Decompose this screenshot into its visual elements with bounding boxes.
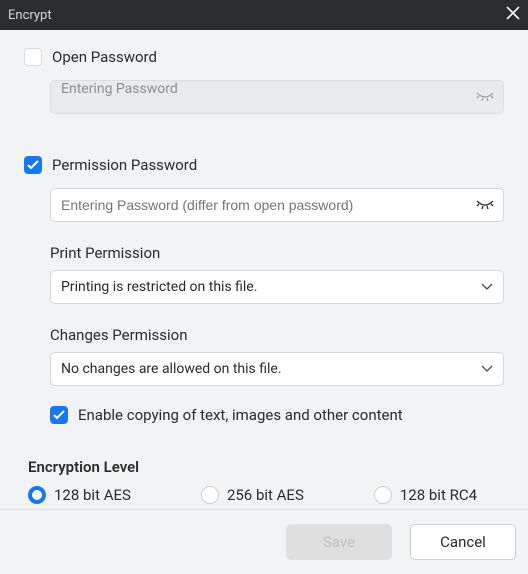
open-password-checkbox[interactable]	[24, 48, 42, 66]
print-permission-select[interactable]: Printing is restricted on this file.	[50, 270, 504, 304]
radio-dot-icon	[28, 486, 46, 504]
encryption-level-radios: 128 bit AES 256 bit AES 128 bit RC4	[28, 486, 504, 504]
encryption-level-title: Encryption Level	[28, 458, 504, 476]
dialog-footer: Save Cancel	[0, 509, 528, 574]
changes-permission-label: Changes Permission	[50, 326, 504, 344]
enable-copy-label: Enable copying of text, images and other…	[78, 406, 403, 424]
chevron-down-icon	[481, 361, 493, 377]
open-password-label: Open Password	[52, 48, 157, 66]
changes-permission-select[interactable]: No changes are allowed on this file.	[50, 352, 504, 386]
dialog-content: Open Password Entering Password Permissi…	[0, 30, 528, 504]
eye-closed-icon	[476, 92, 494, 102]
radio-aes256[interactable]: 256 bit AES	[201, 486, 304, 504]
radio-aes128[interactable]: 128 bit AES	[28, 486, 131, 504]
titlebar: Encrypt	[0, 0, 528, 30]
radio-dot-icon	[201, 486, 219, 504]
open-password-input: Entering Password	[50, 80, 504, 114]
cancel-button[interactable]: Cancel	[410, 524, 516, 560]
eye-closed-icon[interactable]	[476, 200, 494, 210]
print-permission-label: Print Permission	[50, 244, 504, 262]
chevron-down-icon	[481, 279, 493, 295]
enable-copy-row: Enable copying of text, images and other…	[50, 406, 504, 424]
permission-password-checkbox[interactable]	[24, 156, 42, 174]
save-button: Save	[286, 524, 392, 560]
radio-dot-icon	[374, 486, 392, 504]
radio-rc4128[interactable]: 128 bit RC4	[374, 486, 477, 504]
open-password-row: Open Password	[24, 48, 504, 66]
dialog-title: Encrypt	[8, 8, 496, 23]
permission-password-label: Permission Password	[52, 156, 197, 174]
permission-password-row: Permission Password	[24, 156, 504, 174]
close-icon[interactable]	[496, 6, 520, 24]
enable-copy-checkbox[interactable]	[50, 406, 68, 424]
permission-password-input[interactable]	[50, 188, 504, 222]
